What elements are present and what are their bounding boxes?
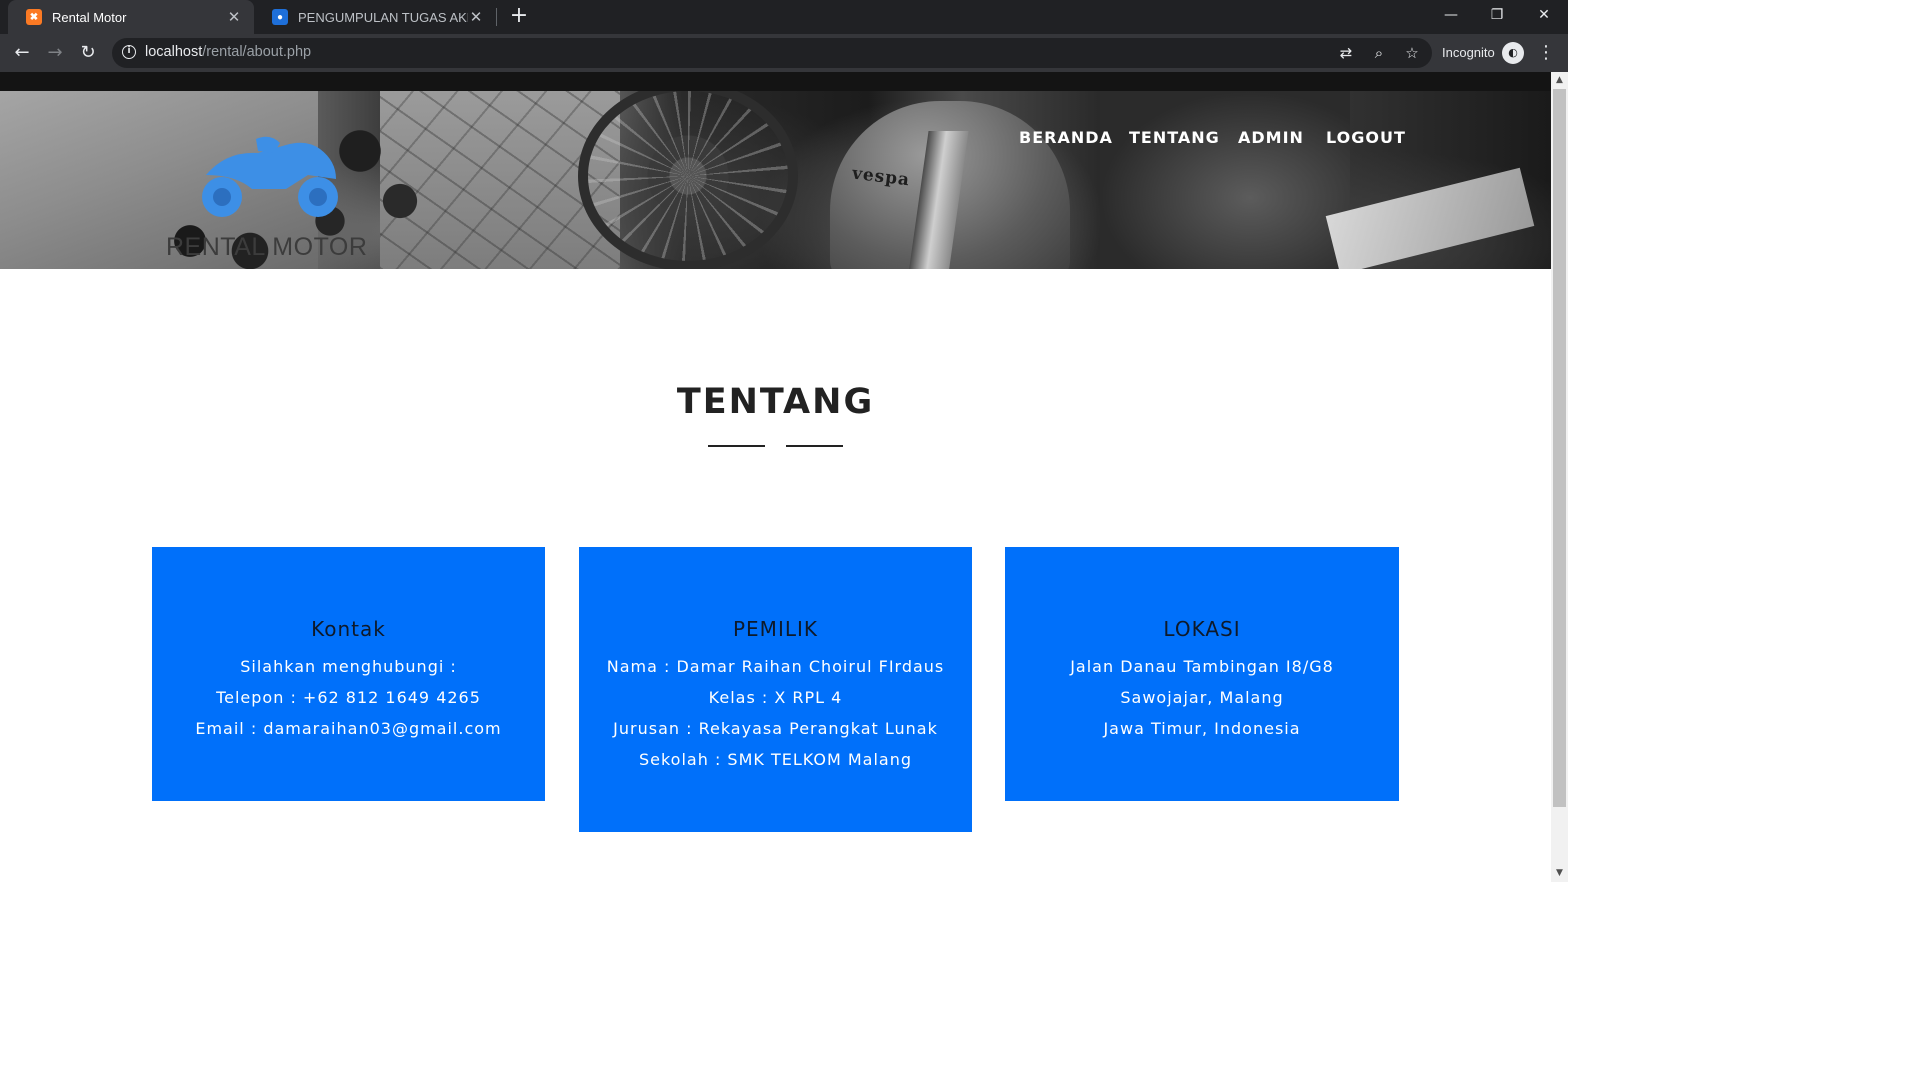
info-icon[interactable]: i xyxy=(122,45,136,59)
hero-right-wall xyxy=(1100,91,1350,269)
header-top-strip xyxy=(0,72,1551,91)
card-title: LOKASI xyxy=(1163,617,1241,641)
scrollbar-thumb[interactable] xyxy=(1553,89,1566,807)
title-underline-right xyxy=(786,445,843,447)
window-close-button[interactable]: ✕ xyxy=(1521,0,1567,30)
tab-separator xyxy=(496,8,497,26)
minimize-button[interactable]: — xyxy=(1428,0,1474,30)
card-line: Jurusan : Rekayasa Perangkat Lunak xyxy=(613,719,938,738)
hero-banner: vespa RENTAL MOTOR BERANDA TENTANG ADMIN… xyxy=(0,91,1551,269)
more-menu-icon[interactable]: ⋮ xyxy=(1536,42,1556,64)
incognito-icon[interactable]: ◐ xyxy=(1502,42,1524,64)
logo-text: RENTAL MOTOR xyxy=(166,233,368,261)
new-tab-button[interactable]: + xyxy=(507,4,531,28)
xampp-favicon-icon: ✖ xyxy=(26,9,42,25)
classroom-favicon-icon: ● xyxy=(272,9,288,25)
card-pemilik: PEMILIK Nama : Damar Raihan Choirul FIrd… xyxy=(579,547,972,832)
address-bar[interactable]: i localhost/rental/about.php ⇄ ⌕ ☆ xyxy=(112,38,1432,68)
card-line: Kelas : X RPL 4 xyxy=(708,688,843,707)
url-text[interactable]: localhost/rental/about.php xyxy=(145,44,311,60)
nav-beranda[interactable]: BERANDA xyxy=(1019,128,1113,147)
tab-pengumpulan-tugas[interactable]: ● PENGUMPULAN TUGAS AKHIR W ✕ xyxy=(254,0,496,34)
back-icon[interactable]: ← xyxy=(10,41,34,65)
page-viewport: vespa RENTAL MOTOR BERANDA TENTANG ADMIN… xyxy=(0,72,1551,882)
title-underline-left xyxy=(708,445,765,447)
nav-tentang[interactable]: TENTANG xyxy=(1129,128,1220,147)
card-lokasi: LOKASI Jalan Danau Tambingan I8/G8 Sawoj… xyxy=(1005,547,1399,801)
hero-paper xyxy=(1325,167,1535,269)
card-line: Sekolah : SMK TELKOM Malang xyxy=(638,750,913,769)
card-line: Silahkan menghubungi : xyxy=(240,657,457,676)
scroll-down-arrow-icon[interactable]: ▼ xyxy=(1551,865,1568,882)
incognito-label: Incognito xyxy=(1442,45,1495,60)
close-tab-icon[interactable]: ✕ xyxy=(468,8,484,26)
card-title: PEMILIK xyxy=(732,617,818,641)
translate-icon[interactable]: ⇄ xyxy=(1336,43,1356,63)
scroll-up-arrow-icon[interactable]: ▲ xyxy=(1551,72,1568,89)
card-line: Sawojajar, Malang xyxy=(1120,688,1284,707)
card-kontak: Kontak Silahkan menghubungi : Telepon : … xyxy=(152,547,545,801)
nav-admin[interactable]: ADMIN xyxy=(1238,128,1304,147)
page-scrollbar[interactable]: ▲ ▼ xyxy=(1551,72,1568,882)
hero-wheel xyxy=(578,91,798,269)
card-title: Kontak xyxy=(311,617,386,641)
browser-tab-strip: ✖ Rental Motor ✕ ● PENGUMPULAN TUGAS AKH… xyxy=(0,0,1568,34)
motorcycle-logo-icon[interactable] xyxy=(196,131,342,219)
tab-title: Rental Motor xyxy=(52,9,127,25)
zoom-icon[interactable]: ⌕ xyxy=(1369,43,1389,63)
card-line: Email : damaraihan03@gmail.com xyxy=(195,719,502,738)
card-line: Jalan Danau Tambingan I8/G8 xyxy=(1070,657,1334,676)
url-path: /rental/about.php xyxy=(202,44,312,60)
restore-button[interactable]: ❐ xyxy=(1474,0,1520,30)
forward-icon[interactable]: → xyxy=(43,41,67,65)
card-line: Nama : Damar Raihan Choirul FIrdaus xyxy=(606,657,945,676)
card-line: Telepon : +62 812 1649 4265 xyxy=(216,688,481,707)
nav-logout[interactable]: LOGOUT xyxy=(1326,128,1406,147)
reload-icon[interactable]: ↻ xyxy=(76,41,100,65)
star-icon[interactable]: ☆ xyxy=(1402,43,1422,63)
tab-rental-motor[interactable]: ✖ Rental Motor ✕ xyxy=(8,0,254,34)
section-title: TENTANG xyxy=(676,382,875,422)
tab-title: PENGUMPULAN TUGAS AKHIR W xyxy=(298,9,468,25)
url-host: localhost xyxy=(145,44,203,60)
close-tab-icon[interactable]: ✕ xyxy=(226,8,242,26)
card-line: Jawa Timur, Indonesia xyxy=(1103,719,1301,738)
browser-toolbar: ← → ↻ i localhost/rental/about.php ⇄ ⌕ ☆… xyxy=(0,34,1568,72)
